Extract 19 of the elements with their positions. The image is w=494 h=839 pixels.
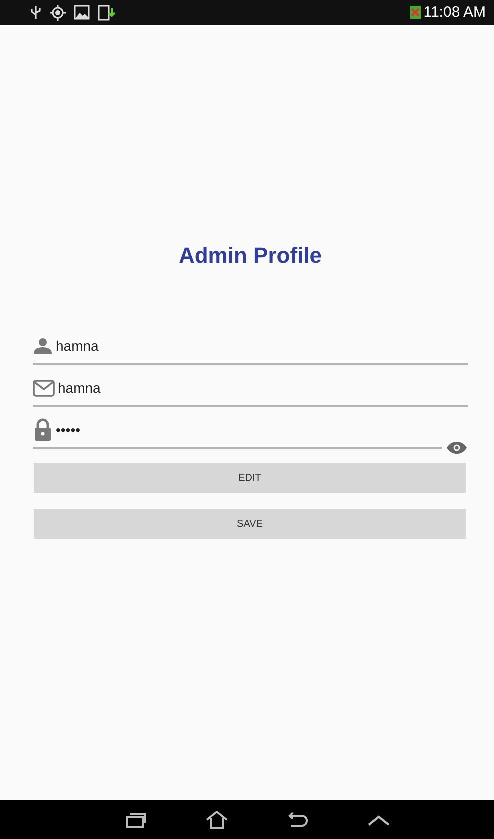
- email-field[interactable]: hamna: [33, 377, 468, 407]
- usb-icon: [30, 5, 42, 20]
- username-field[interactable]: hamna: [33, 335, 468, 365]
- password-field[interactable]: •••••: [33, 419, 442, 449]
- mail-icon: [33, 380, 55, 396]
- back-icon[interactable]: [287, 812, 309, 828]
- location-icon: [50, 4, 66, 20]
- image-icon: [74, 5, 90, 20]
- lock-icon: [33, 418, 53, 442]
- recent-apps-icon[interactable]: [125, 812, 147, 828]
- page-title: Admin Profile: [178, 243, 323, 269]
- save-button[interactable]: SAVE: [34, 509, 466, 539]
- home-icon[interactable]: [205, 810, 229, 828]
- person-icon: [33, 338, 53, 354]
- edit-button[interactable]: EDIT: [34, 463, 466, 493]
- eye-icon[interactable]: [446, 441, 468, 455]
- chevron-up-icon[interactable]: [367, 814, 391, 826]
- download-icon: [98, 4, 116, 20]
- status-time: 11:08 AM: [410, 4, 486, 21]
